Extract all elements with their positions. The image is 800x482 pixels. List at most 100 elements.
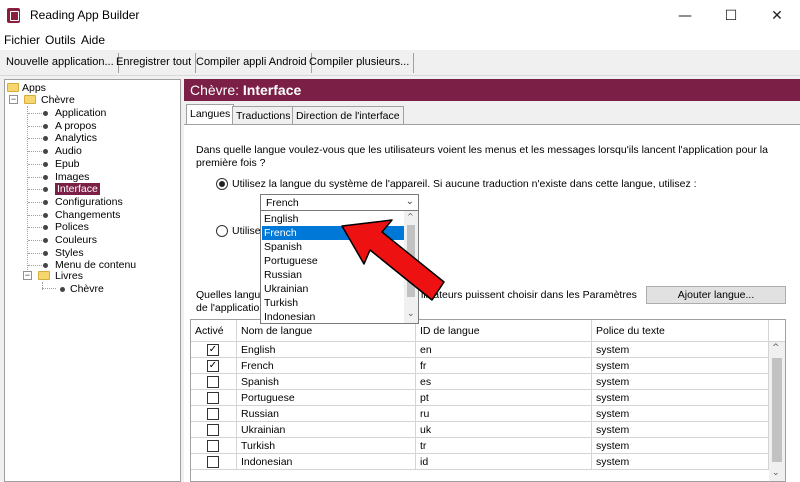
project-tree[interactable]: Apps − Chèvre Application A propos Analyti… xyxy=(4,79,181,482)
table-cell-font[interactable]: system xyxy=(592,454,769,470)
table-cell-name[interactable]: Turkish xyxy=(237,438,416,454)
folder-icon xyxy=(7,83,19,92)
menu-help[interactable]: Aide xyxy=(81,33,105,47)
table-cell-active: ✓ xyxy=(191,342,237,358)
table-cell-active xyxy=(191,374,237,390)
folder-icon xyxy=(38,271,50,280)
table-cell-name[interactable]: Spanish xyxy=(237,374,416,390)
bullet-icon xyxy=(43,238,48,243)
new-application-button[interactable]: Nouvelle application... xyxy=(2,53,119,73)
window-title: Reading App Builder xyxy=(30,8,140,22)
menu-tools[interactable]: Outils xyxy=(45,33,76,47)
table-cell-active xyxy=(191,422,237,438)
table-cell-font[interactable]: system xyxy=(592,438,769,454)
tab-interface-direction[interactable]: Direction de l'interface xyxy=(292,106,404,124)
table-cell-id[interactable]: en xyxy=(416,342,592,358)
add-language-button[interactable]: Ajouter langue... xyxy=(646,286,786,304)
table-cell-name[interactable]: Russian xyxy=(237,406,416,422)
radio-system-language[interactable] xyxy=(216,178,228,190)
column-header-active[interactable]: Activé xyxy=(191,320,237,342)
bullet-icon xyxy=(43,263,48,269)
table-cell-name[interactable]: Portuguese xyxy=(237,390,416,406)
table-cell-font[interactable]: system xyxy=(592,422,769,438)
table-cell-font[interactable]: system xyxy=(592,358,769,374)
table-cell-id[interactable]: tr xyxy=(416,438,592,454)
enabled-checkbox[interactable] xyxy=(207,424,219,436)
scroll-up-icon[interactable]: ^ xyxy=(772,343,780,353)
fallback-language-select[interactable]: French ⌄ xyxy=(260,194,419,211)
enabled-checkbox[interactable] xyxy=(207,456,219,468)
bullet-icon xyxy=(43,123,48,129)
close-button[interactable]: ✕ xyxy=(754,0,800,31)
bullet-icon xyxy=(60,287,65,292)
table-cell-name[interactable]: Indonesian xyxy=(237,454,416,470)
table-scroll-thumb[interactable] xyxy=(772,358,782,462)
enabled-checkbox[interactable] xyxy=(207,376,219,388)
bullet-icon xyxy=(43,149,48,155)
bullet-icon xyxy=(43,212,48,218)
title-bar: Reading App Builder — ☐ ✕ xyxy=(0,0,800,31)
bullet-icon xyxy=(43,199,48,205)
table-cell-name[interactable]: English xyxy=(237,342,416,358)
enabled-checkbox[interactable] xyxy=(207,408,219,420)
languages-table: Activé Nom de langue ID de langue Police… xyxy=(190,319,786,482)
table-cell-id[interactable]: es xyxy=(416,374,592,390)
minimize-button[interactable]: — xyxy=(662,0,708,31)
dropdown-option[interactable]: Indonesian xyxy=(262,310,404,324)
page-title: Interface xyxy=(242,82,302,98)
table-cell-active xyxy=(191,390,237,406)
enabled-checkbox[interactable] xyxy=(207,392,219,404)
bullet-icon xyxy=(43,225,48,231)
table-cell-id[interactable]: ru xyxy=(416,406,592,422)
bullet-icon xyxy=(43,174,48,180)
table-cell-font[interactable]: system xyxy=(592,406,769,422)
maximize-button[interactable]: ☐ xyxy=(708,0,754,31)
scroll-down-icon[interactable]: ⌄ xyxy=(407,309,415,319)
scroll-down-icon[interactable]: ⌄ xyxy=(772,468,780,478)
choose-languages-text-left: Quelles langue de l'applicatio xyxy=(196,289,267,314)
red-arrow-annotation xyxy=(341,219,445,301)
tab-translations[interactable]: Traductions xyxy=(232,106,295,124)
table-cell-active xyxy=(191,406,237,422)
table-cell-active xyxy=(191,454,237,470)
enabled-checkbox[interactable] xyxy=(207,440,219,452)
tab-languages[interactable]: Langues xyxy=(186,104,235,124)
table-cell-name[interactable]: Ukrainian xyxy=(237,422,416,438)
menu-file[interactable]: Fichier xyxy=(4,33,40,47)
build-multiple-button[interactable]: Compiler plusieurs... xyxy=(305,53,415,73)
radio-system-language-label: Utilisez la langue du système de l'appar… xyxy=(232,178,697,190)
page-header: Chèvre: Interface xyxy=(184,79,800,101)
table-cell-active: ✓ xyxy=(191,358,237,374)
table-cell-active xyxy=(191,438,237,454)
column-header-text-font[interactable]: Police du texte xyxy=(592,320,769,342)
table-cell-id[interactable]: pt xyxy=(416,390,592,406)
radio-specific-language[interactable] xyxy=(216,225,228,237)
build-android-button[interactable]: Compiler appli Android xyxy=(192,53,312,73)
table-cell-font[interactable]: system xyxy=(592,374,769,390)
question-text: Dans quelle langue voulez-vous que les u… xyxy=(196,144,768,169)
toolbar: Nouvelle application... Enregistrer tout… xyxy=(0,50,800,76)
folder-icon xyxy=(24,95,36,104)
bullet-icon xyxy=(43,161,48,167)
table-cell-font[interactable]: system xyxy=(592,342,769,358)
table-scrollbar[interactable]: ^ ⌄ xyxy=(769,342,785,481)
bullet-icon xyxy=(43,136,48,142)
column-header-language-id[interactable]: ID de langue xyxy=(416,320,592,342)
table-cell-id[interactable]: fr xyxy=(416,358,592,374)
table-cell-id[interactable]: id xyxy=(416,454,592,470)
choose-languages-text-right: ilisateurs puissent choisir dans les Par… xyxy=(421,289,637,301)
collapse-icon[interactable]: − xyxy=(9,95,18,104)
collapse-icon[interactable]: − xyxy=(23,271,32,280)
bullet-icon xyxy=(43,111,48,116)
table-cell-name[interactable]: French xyxy=(237,358,416,374)
table-cell-font[interactable]: system xyxy=(592,390,769,406)
save-all-button[interactable]: Enregistrer tout xyxy=(112,53,197,73)
bullet-icon xyxy=(43,187,48,193)
table-cell-id[interactable]: uk xyxy=(416,422,592,438)
bullet-icon xyxy=(43,250,48,256)
enabled-checkbox[interactable]: ✓ xyxy=(207,344,219,356)
menu-bar: Fichier Outils Aide xyxy=(0,31,800,50)
app-icon xyxy=(7,8,20,23)
enabled-checkbox[interactable]: ✓ xyxy=(207,360,219,372)
radio-specific-language-label: Utilise xyxy=(232,225,261,237)
